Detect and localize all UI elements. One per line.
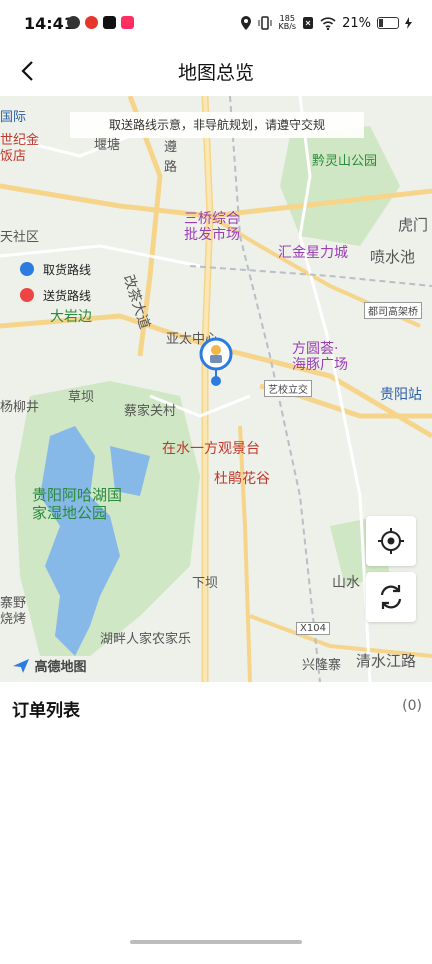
poi-label: 蔡家关村 — [124, 404, 177, 419]
poi-label: 烧烤 — [0, 612, 27, 627]
amap-logo-icon — [13, 659, 29, 673]
delivery-dot-icon — [20, 288, 34, 302]
page-title: 地图总览 — [177, 62, 254, 84]
rider-location-marker-icon[interactable] — [198, 336, 234, 388]
legend-delivery-label: 送货路线 — [43, 288, 92, 303]
status-bar: 14:41 185 KB/s 21% — [0, 0, 432, 48]
poi-label: 遵路 — [164, 140, 178, 175]
wifi-icon — [320, 16, 336, 30]
poi-label: 山水 — [332, 575, 360, 591]
shopping-app-icon — [121, 16, 134, 29]
poi-tag: 都司高架桥 — [364, 302, 422, 319]
poi-label: 贵阳站 — [380, 387, 422, 403]
net-speed: 185 KB/s — [278, 15, 296, 31]
order-list-panel: 订单列表 (0) — [0, 682, 432, 964]
poi-label: 黔灵山公园 — [312, 154, 378, 169]
app-notification-icon — [67, 16, 80, 29]
sim-icon — [303, 17, 314, 29]
poi-label: 兴隆寨 — [302, 658, 342, 673]
map-provider-name: 高德地图 — [34, 660, 87, 675]
poi-label: 虎门 — [398, 216, 429, 234]
poi-label: 家湿地公园 — [32, 504, 108, 522]
poi-label: 饭店 — [0, 149, 27, 164]
poi-label: 堰塘 — [94, 138, 121, 153]
poi-label: 汇金星力城 — [278, 245, 348, 261]
poi-label: 天社区 — [0, 230, 40, 245]
poi-label: 杜鹃花谷 — [214, 471, 270, 487]
notification-icons — [67, 16, 134, 29]
poi-label: 大岩边 — [50, 309, 92, 325]
poi-label: 在水一方观景台 — [162, 441, 260, 457]
poi-label: 清水江路 — [356, 652, 417, 670]
poi-label: 湖畔人家农家乐 — [100, 632, 192, 647]
locate-button[interactable] — [366, 516, 416, 566]
order-list-title: 订单列表 — [12, 701, 80, 721]
poi-label: 批发市场 — [184, 227, 240, 243]
poi-label: 下坝 — [192, 576, 219, 591]
battery-icon — [377, 17, 399, 29]
poi-label: 杨柳井 — [0, 400, 40, 415]
poi-label: 国际 — [0, 110, 27, 125]
legend-pickup-label: 取货路线 — [43, 262, 92, 277]
poi-tag: X104 — [296, 622, 330, 635]
net-speed-unit: KB/s — [278, 22, 297, 31]
legend-pickup: 取货路线 — [20, 256, 91, 282]
pickup-dot-icon — [20, 262, 34, 276]
refresh-icon — [380, 585, 402, 609]
refresh-button[interactable] — [366, 572, 416, 622]
map-provider-logo: 高德地图 — [12, 656, 87, 675]
route-legend: 取货路线 送货路线 — [20, 256, 91, 308]
legend-delivery: 送货路线 — [20, 282, 91, 308]
order-count: (0) — [402, 698, 422, 714]
poi-label: 喷水池 — [370, 248, 416, 266]
vibrate-icon — [258, 16, 272, 30]
map-view[interactable]: 取送路线示意，非导航规划，请遵守交规 国际 世纪金 饭店 堰塘 遵路 黔灵山公园… — [0, 96, 432, 682]
poi-tag: 艺校立交 — [264, 380, 312, 397]
nav-header: 地图总览 — [0, 48, 432, 96]
poi-label: 草坝 — [68, 390, 95, 405]
location-icon — [241, 16, 252, 30]
battery-percent: 21% — [342, 15, 371, 31]
status-right: 185 KB/s 21% — [240, 15, 412, 31]
poi-label: 海豚广场 — [292, 357, 348, 373]
weibo-icon — [85, 16, 98, 29]
crosshair-icon — [378, 528, 404, 554]
charging-icon — [405, 17, 412, 29]
home-indicator[interactable] — [130, 940, 302, 944]
tiktok-icon — [103, 16, 116, 29]
